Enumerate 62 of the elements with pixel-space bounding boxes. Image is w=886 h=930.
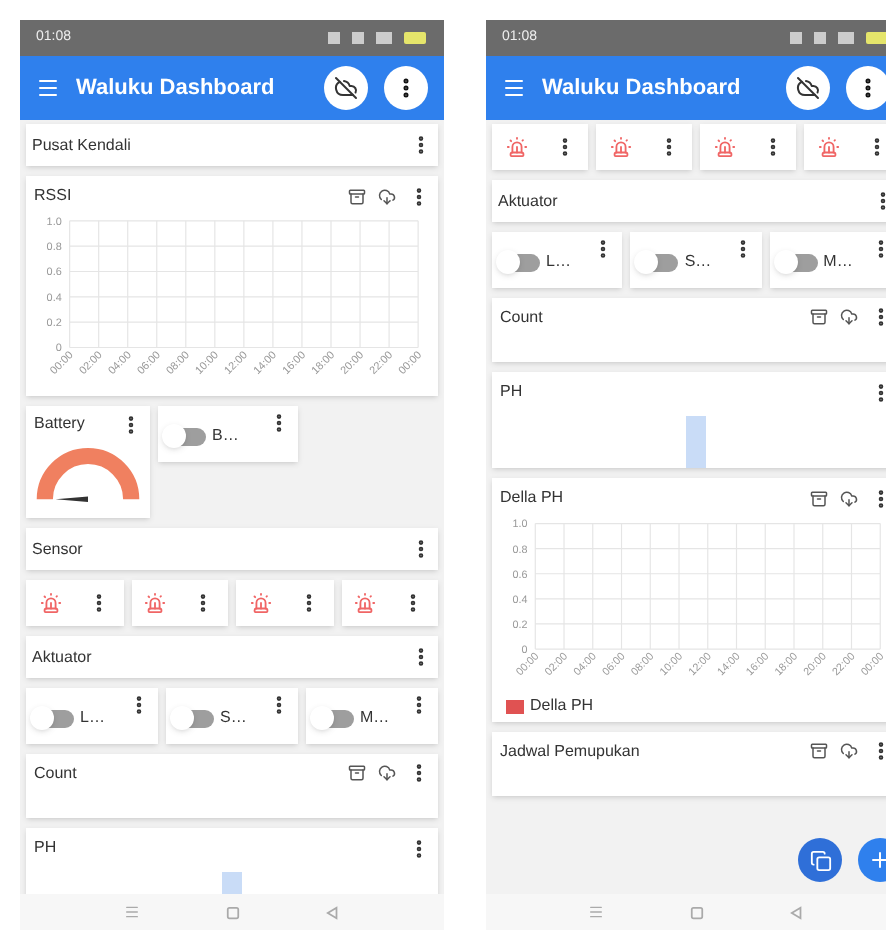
menu-icon[interactable] [502, 76, 526, 100]
archive-icon[interactable] [348, 187, 366, 205]
menu-icon[interactable] [36, 76, 60, 100]
switch-label: L… [80, 706, 105, 730]
value-bar [686, 416, 706, 468]
toggle-switch[interactable] [777, 253, 818, 271]
archive-icon[interactable] [348, 764, 366, 782]
status-icons [328, 30, 428, 46]
section-title: Aktuator [32, 645, 92, 669]
archive-icon[interactable] [810, 742, 828, 760]
switch-label: S… [220, 706, 247, 730]
cloud-off-icon [796, 76, 820, 100]
cloud-download-icon[interactable] [840, 489, 858, 507]
alarm-light-icon [609, 136, 631, 158]
cloud-off-icon [334, 76, 358, 100]
toggle-switch[interactable] [166, 427, 206, 445]
cloud-download-icon[interactable] [840, 308, 858, 326]
plus-icon [868, 848, 886, 872]
toggle-switch[interactable] [638, 253, 679, 271]
alarm-light-icon [354, 592, 377, 614]
cloud-off-button[interactable] [786, 66, 830, 110]
gauge-label: Battery [34, 412, 85, 436]
cloud-download-icon[interactable] [378, 764, 396, 782]
card-title: Jadwal Pemupukan [500, 740, 640, 764]
app-title: Waluku Dashboard [76, 73, 277, 104]
alarm-light-icon [817, 136, 839, 158]
toggle-switch[interactable] [174, 709, 214, 727]
alarm-light-icon [505, 136, 527, 158]
toggle-switch[interactable] [314, 709, 354, 727]
card-title: PH [500, 380, 523, 404]
switch-label: L… [546, 250, 571, 274]
legend-label: Della PH [530, 694, 594, 718]
card-title: Della PH [500, 486, 564, 510]
toggle-switch[interactable] [500, 253, 540, 271]
gauge-needle [55, 496, 88, 502]
more-button[interactable] [846, 66, 886, 110]
section-title: Sensor [32, 537, 83, 561]
gauge-arc [36, 448, 140, 500]
copy-icon [809, 849, 831, 871]
app-title: Waluku Dashboard [542, 73, 743, 104]
toggle-switch[interactable] [34, 709, 74, 727]
cloud-off-button[interactable] [324, 66, 368, 110]
alarm-light-icon [713, 136, 735, 158]
cloud-download-icon[interactable] [378, 187, 396, 205]
status-icons [790, 30, 886, 46]
more-button[interactable] [384, 66, 428, 110]
alarm-light-icon [39, 592, 62, 614]
alarm-light-icon [249, 592, 272, 614]
switch-label: M… [823, 250, 853, 274]
switch-label: S… [684, 250, 712, 274]
section-title: Pusat Kendali [32, 133, 131, 157]
cloud-download-icon[interactable] [840, 742, 858, 760]
archive-icon[interactable] [810, 489, 828, 507]
card-title: Count [500, 306, 543, 330]
switch-label: M… [360, 706, 390, 730]
section-title: Aktuator [498, 189, 558, 213]
alarm-light-icon [144, 592, 167, 614]
card-title: PH [34, 836, 57, 860]
card-title: RSSI [34, 184, 72, 208]
switch-label: B… [212, 424, 239, 448]
card-title: Count [34, 762, 77, 786]
archive-icon[interactable] [810, 308, 828, 326]
